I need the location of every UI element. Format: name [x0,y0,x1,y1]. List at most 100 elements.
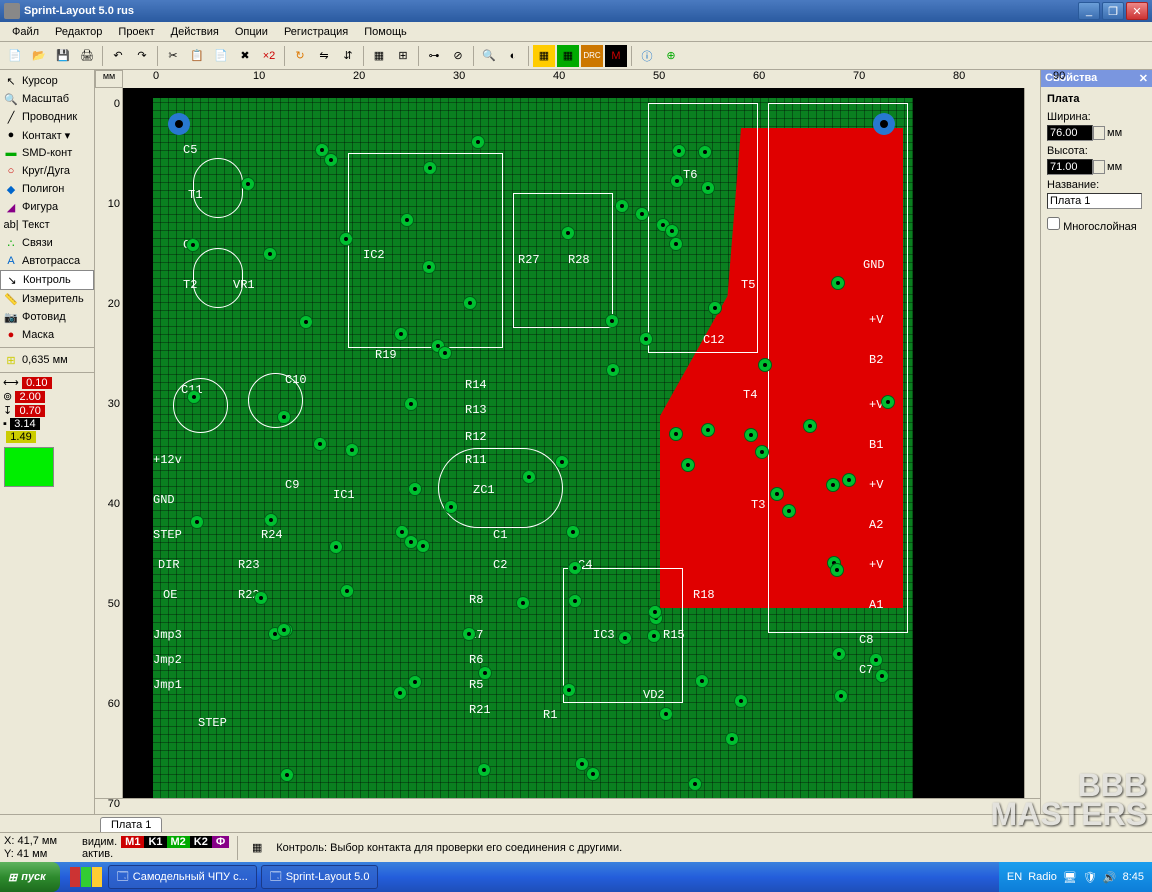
trace-property[interactable]: ↧0.70 [3,404,91,417]
tool-Масштаб[interactable]: 🔍Масштаб [0,90,94,108]
menu-файл[interactable]: Файл [4,24,47,40]
layer-visibility: видим. M1K1M2K2Ф актив. [82,836,229,860]
trace-property[interactable]: ⟷0.10 [3,376,91,389]
tray-icon[interactable]: 🖥 [1063,871,1077,884]
quick-launch-icon[interactable] [81,867,91,887]
print-button[interactable]: 🖨 [76,45,98,67]
menu-опции[interactable]: Опции [227,24,276,40]
connections-button[interactable]: ⊶ [423,45,445,67]
library-button[interactable]: M [605,45,627,67]
height-spinner[interactable] [1093,160,1105,174]
layer-indicators[interactable]: M1K1M2K2Ф [121,836,229,848]
multilayer-checkbox[interactable] [1047,217,1060,230]
board-tabs: Плата 1 [0,814,1152,832]
taskbar-item[interactable]: 🗔Sprint-Layout 5.0 [261,865,379,889]
menu-редактор[interactable]: Редактор [47,24,110,40]
paste-button[interactable]: 📄 [210,45,232,67]
height-input[interactable] [1047,159,1093,175]
tool-Контакт ▾[interactable]: ●Контакт ▾ [0,126,94,144]
minimize-button[interactable]: _ [1078,2,1100,20]
tool-Проводник[interactable]: ╱Проводник [0,108,94,126]
taskbar-item[interactable]: 🗔Самодельный ЧПУ с... [108,865,257,889]
width-spinner[interactable] [1093,126,1105,140]
undo-button[interactable]: ↶ [107,45,129,67]
maximize-button[interactable]: ❐ [1102,2,1124,20]
status-tool-icon[interactable]: ▦ [246,837,268,859]
silk-label: R8 [469,593,483,607]
tool-Фигура[interactable]: ◢Фигура [0,198,94,216]
current-layer-swatch[interactable] [4,447,54,487]
save-button[interactable]: 💾 [52,45,74,67]
tool-Круг/Дуга[interactable]: ○ Круг/Дуга [0,162,94,180]
tool-Текст[interactable]: ab|Текст [0,216,94,234]
tool-Автотрасса[interactable]: AАвтотрасса [0,252,94,270]
tool-icon: ◢ [4,200,18,214]
quick-launch-icon[interactable] [92,867,102,887]
trace-property[interactable]: ▪3.14 [3,418,91,430]
tool-Измеритель[interactable]: 📏Измеритель [0,290,94,308]
tool-label: Круг/Дуга [22,165,70,177]
copy-button[interactable]: 📋 [186,45,208,67]
radio-indicator[interactable]: Radio [1028,871,1057,883]
board-button[interactable]: ▦ [557,45,579,67]
clock[interactable]: 8:45 [1123,871,1144,883]
zoom-button[interactable]: 🔍 [478,45,500,67]
silk-label: VR1 [233,278,255,292]
tool-Курсор[interactable]: ↖Курсор [0,72,94,90]
tool-Фотовид[interactable]: 📷Фотовид [0,308,94,326]
tool-SMD-конт[interactable]: ▬SMD-конт [0,144,94,162]
tool-Контроль[interactable]: ↘Контроль [0,270,94,290]
tool-Связи[interactable]: ∴Связи [0,234,94,252]
rotate-button[interactable]: ↻ [289,45,311,67]
open-button[interactable]: 📂 [28,45,50,67]
separator [473,46,474,66]
close-button[interactable]: ✕ [1126,2,1148,20]
board-name-input[interactable] [1047,193,1142,209]
tool-label: Маска [22,329,54,341]
mirror-h-button[interactable]: ⇋ [313,45,335,67]
remove-conn-button[interactable]: ⊘ [447,45,469,67]
tool-icon: ▬ [4,146,18,160]
new-button[interactable]: 📄 [4,45,26,67]
align-button[interactable]: ▦ [368,45,390,67]
menu-проект[interactable]: Проект [110,24,162,40]
info-button[interactable]: ⓘ [636,45,658,67]
mirror-v-button[interactable]: ⇵ [337,45,359,67]
scan-button[interactable]: ⊕ [660,45,682,67]
horizontal-scrollbar[interactable] [95,798,1040,814]
duplicate-button[interactable]: ×2 [258,45,280,67]
volume-icon[interactable]: 🔊 [1103,871,1117,884]
delete-button[interactable]: ✖ [234,45,256,67]
menubar: ФайлРедакторПроектДействияОпцииРегистрац… [0,22,1152,42]
width-input[interactable] [1047,125,1093,141]
quick-launch-icon[interactable] [70,867,80,887]
tool-label: Текст [22,219,50,231]
group-button[interactable]: ⊞ [392,45,414,67]
layer-toggle-button[interactable]: ◐ [502,45,524,67]
tool-Полигон[interactable]: ◆Полигон [0,180,94,198]
pcb-board[interactable]: C5T6T1C6IC2R27R28GNDT2VR1T5+VC12R19B2C11… [153,98,913,798]
menu-действия[interactable]: Действия [163,24,227,40]
vertical-scrollbar[interactable] [1024,88,1040,798]
tool-icon: ○ [4,164,18,178]
trace-property[interactable]: ⊚2.00 [3,390,91,403]
drc-button[interactable]: DRC [581,45,603,67]
macro-button[interactable]: ▦ [533,45,555,67]
silk-label: R13 [465,403,487,417]
silk-label: STEP [153,528,182,542]
menu-помощь[interactable]: Помощь [356,24,415,40]
tool-icon: ● [4,128,18,142]
menu-регистрация[interactable]: Регистрация [276,24,356,40]
grid-setting[interactable]: ⊞ 0,635 мм [0,351,94,369]
trace-property[interactable]: 1.49 [3,431,91,443]
tool-Маска[interactable]: ●Маска [0,326,94,344]
pcb-canvas[interactable]: C5T6T1C6IC2R27R28GNDT2VR1T5+VC12R19B2C11… [123,88,1024,798]
start-button[interactable]: ⊞пуск [0,862,60,892]
redo-button[interactable]: ↷ [131,45,153,67]
panel-close-icon[interactable]: ✕ [1139,72,1148,85]
cut-button[interactable]: ✂ [162,45,184,67]
board-tab[interactable]: Плата 1 [100,817,162,832]
silk-label: T3 [751,498,765,512]
language-indicator[interactable]: EN [1007,871,1022,883]
tray-icon[interactable]: 🛡 [1083,871,1097,884]
